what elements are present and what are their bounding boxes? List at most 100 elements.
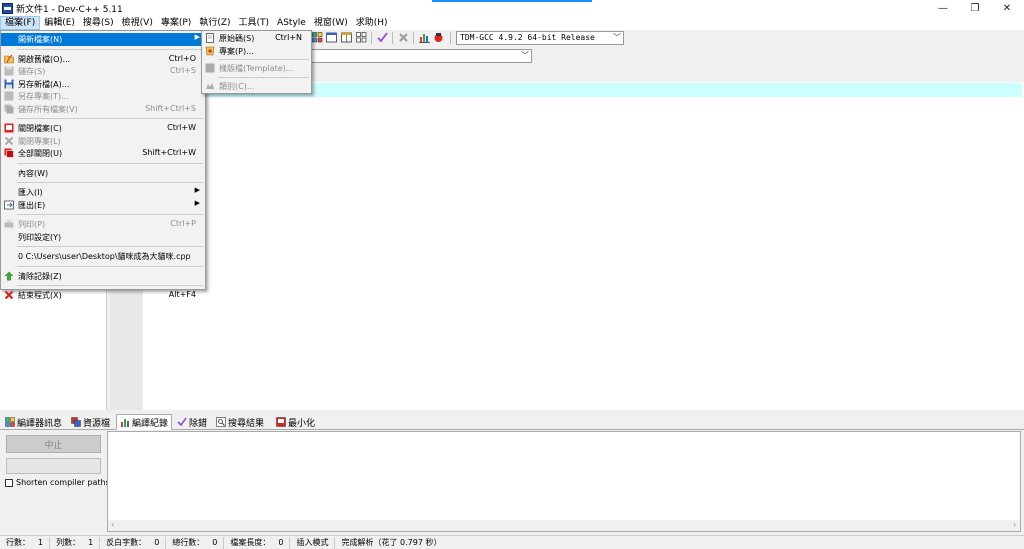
status-parse-text: 完成解析（花了 0.797 秒）: [341, 538, 442, 547]
tab-compiler-messages[interactable]: 編譯器訊息: [2, 414, 65, 430]
menu-item-recent-file[interactable]: 0 C:\Users\user\Desktop\貓咪成為大貓咪.cpp: [1, 250, 205, 263]
menu-item-label: 樣版檔(Template)...: [219, 64, 294, 73]
tile-icon[interactable]: [356, 32, 367, 43]
tile-grid-icon[interactable]: [312, 32, 323, 43]
class-icon: [206, 82, 214, 89]
menu-project[interactable]: 專案(P): [157, 16, 195, 30]
source-file-icon: [206, 33, 214, 43]
status-selection-value: 0: [154, 538, 160, 547]
submenu-arrow-icon: ▶: [194, 198, 200, 207]
status-column-label: 列數：: [56, 538, 81, 547]
status-file-length-label: 檔案長度：: [230, 538, 271, 547]
maximize-button[interactable]: ❐: [961, 0, 989, 16]
horizontal-scrollbar[interactable]: [108, 520, 1020, 531]
save-icon: [4, 66, 14, 76]
menu-search[interactable]: 搜尋(S): [79, 16, 118, 30]
compiler-select[interactable]: TDM-GCC 4.9.2 64-bit Release ﹀: [456, 31, 624, 45]
menu-item-label: 全部關閉(U): [18, 149, 63, 158]
menu-item-shortcut: Shift+Ctrl+S: [145, 103, 196, 113]
shorten-paths-option[interactable]: Shorten compiler paths: [5, 478, 110, 487]
menu-item-new[interactable]: 開新檔案(N) ▶: [1, 33, 205, 46]
save-all-icon: [4, 104, 14, 113]
project-icon: [205, 46, 215, 55]
menu-item-save[interactable]: 儲存(S) Ctrl+S: [1, 65, 205, 78]
tab-label: 最小化: [288, 418, 316, 429]
menu-item-print-setup[interactable]: 列印設定(Y): [1, 231, 205, 244]
tab-resources[interactable]: 資源檔: [68, 414, 113, 430]
close-button[interactable]: ✕: [993, 0, 1021, 16]
profile-icon[interactable]: [433, 32, 444, 43]
scroll-left-icon[interactable]: ‹: [111, 520, 114, 529]
menu-item-label: 開啟舊檔(O)...: [18, 54, 71, 64]
submenu-item-class[interactable]: 類別(C)...: [202, 80, 311, 93]
menu-item-label: 儲存(S): [18, 67, 46, 76]
menu-item-label: 結束程式(X): [18, 291, 62, 300]
menu-item-open[interactable]: 開啟舊檔(O)... Ctrl+O: [1, 53, 205, 66]
menu-item-label: 匯入(I): [18, 188, 43, 197]
submenu-item-template[interactable]: 樣版檔(Template)...: [202, 62, 311, 75]
window-split-icon[interactable]: [341, 32, 352, 43]
menu-item-properties[interactable]: 內容(W): [1, 167, 205, 180]
toolbar-separator: [450, 32, 451, 44]
toolbar-separator: [371, 32, 372, 44]
menu-help[interactable]: 求助(H): [352, 16, 392, 30]
menu-item-label: 另存專案(T)...: [18, 92, 69, 101]
menu-item-exit[interactable]: 結束程式(X) Alt+F4: [1, 289, 205, 302]
abort-button[interactable]: 中止: [6, 435, 101, 453]
tab-compile-log[interactable]: 編譯紀錄: [116, 414, 173, 430]
menu-file[interactable]: 檔案(F): [0, 16, 41, 30]
chevron-down-icon: ﹀: [613, 33, 621, 42]
menu-item-close-project[interactable]: 關閉專案(L): [1, 135, 205, 148]
bar-chart-icon[interactable]: [419, 32, 430, 43]
menu-item-label: 列印(P): [18, 220, 46, 229]
app-icon: [2, 2, 13, 14]
menu-item-label: 原始碼(S): [219, 34, 255, 43]
check-icon: [177, 417, 187, 427]
menu-item-export[interactable]: 匯出(E) ▶: [1, 199, 205, 212]
tab-debug[interactable]: 除錯: [174, 414, 210, 430]
menu-item-label: 開新檔案(N): [18, 35, 63, 44]
status-bar: 行數： 1 列數： 1 反白字數： 0 總行數： 0 檔案長度： 0 插入模式 完成解析（…: [0, 535, 1024, 549]
menu-view[interactable]: 檢視(V): [118, 16, 157, 30]
menu-edit[interactable]: 編輯(E): [40, 16, 79, 30]
save-project-icon: [4, 91, 14, 101]
window-layout-icon[interactable]: [326, 32, 337, 43]
menu-item-label: 儲存所有檔案(V): [18, 104, 78, 114]
tab-minimize[interactable]: 最小化: [273, 414, 318, 430]
clear-history-icon: [4, 271, 14, 280]
status-selection: 反白字數： 0: [100, 536, 167, 549]
submenu-item-source[interactable]: 原始碼(S) Ctrl+N: [202, 32, 311, 45]
menu-item-label: 內容(W): [18, 168, 49, 178]
menu-item-shortcut: Ctrl+S: [169, 66, 196, 75]
menu-item-label: 匯出(E): [18, 200, 46, 210]
menu-item-close-all[interactable]: 全部關閉(U) Shift+Ctrl+W: [1, 147, 205, 160]
status-total-lines-label: 總行數：: [172, 538, 205, 547]
menu-item-import[interactable]: 匯入(I) ▶: [1, 186, 205, 199]
delete-icon[interactable]: [398, 32, 409, 43]
check-syntax-icon[interactable]: [377, 32, 388, 43]
menu-item-close[interactable]: 關閉檔案(C) Ctrl+W: [1, 122, 205, 135]
menu-item-label: 列印設定(Y): [18, 232, 62, 242]
menu-item-print[interactable]: 列印(P) Ctrl+P: [1, 218, 205, 231]
toolbar-separator: [392, 32, 393, 44]
scroll-right-icon[interactable]: ›: [1013, 520, 1016, 529]
menu-item-save-as[interactable]: 另存新檔(A)...: [1, 78, 205, 91]
shorten-paths-checkbox[interactable]: [5, 478, 13, 487]
menu-item-save-project-as[interactable]: 另存專案(T)...: [1, 90, 205, 103]
minimize-button[interactable]: —: [929, 0, 957, 16]
tab-search-results[interactable]: 搜尋結果: [213, 414, 267, 430]
compile-log-area[interactable]: [107, 431, 1021, 532]
compile-progress-bar: [6, 458, 101, 474]
menu-execute[interactable]: 執行(Z): [195, 16, 234, 30]
menu-astyle[interactable]: AStyle: [273, 16, 310, 30]
menu-item-save-all[interactable]: 儲存所有檔案(V) Shift+Ctrl+S: [1, 103, 205, 116]
class-select[interactable]: ﹀: [306, 49, 532, 63]
menu-item-clear-history[interactable]: 清除記錄(Z): [1, 270, 205, 283]
submenu-arrow-icon: ▶: [194, 33, 200, 41]
code-editor[interactable]: [143, 82, 1024, 410]
submenu-item-project[interactable]: 專案(P)...: [202, 45, 311, 58]
menu-tools[interactable]: 工具(T): [235, 16, 274, 30]
menu-window[interactable]: 視窗(W): [310, 16, 352, 30]
status-column: 列數： 1: [50, 536, 101, 549]
tab-label: 資源檔: [83, 418, 111, 429]
